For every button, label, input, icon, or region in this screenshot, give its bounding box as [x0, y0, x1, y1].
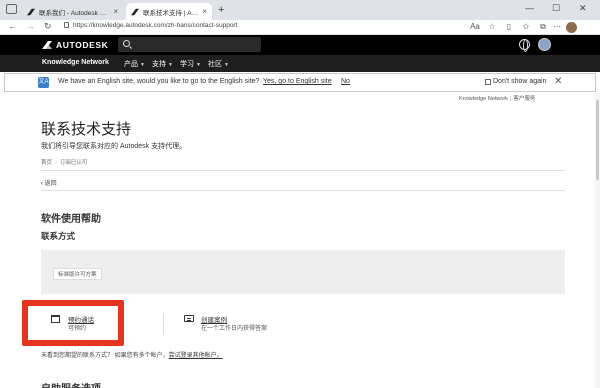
create-case-description: 在一个工作日内获得答案 [201, 326, 268, 332]
page-subtitle: 我们将引导您联系对应的 Autodesk 支持代理。 [41, 143, 187, 150]
browser-tab-contact-support[interactable]: 联系技术支持 | Autodesk Knowledge Network × [126, 3, 212, 20]
autodesk-header: AUTODESK [0, 35, 600, 55]
nav-item-label: 产品 [124, 61, 138, 68]
contact-methods-heading: 联系方式 [41, 231, 76, 241]
tab-title: 联系技术支持 | Autodesk Knowledge Network [143, 9, 199, 17]
minimize-button[interactable]: — [525, 3, 534, 13]
favorites-icon[interactable]: ✩ [521, 22, 531, 32]
sidebar-toggle-icon[interactable] [6, 4, 17, 14]
nav-item-label: 学习 [180, 61, 194, 68]
collections-icon[interactable]: ⧉ [538, 22, 548, 32]
maximize-button[interactable]: ☐ [552, 3, 560, 14]
dont-show-checkbox[interactable] [485, 79, 491, 85]
top-breadcrumb: Knowledge Network | 客户服务 [459, 96, 536, 102]
breadcrumb-item[interactable]: 首页 [41, 160, 52, 166]
section-title: 软件使用帮助 [41, 214, 101, 225]
nav-item-support[interactable]: 支持 ▼ [152, 59, 173, 69]
nav-item-label: 社区 [208, 61, 222, 68]
tab-title: 联系我们 - Autodesk 联系美国服务 [39, 9, 110, 17]
tab-close-icon[interactable]: × [202, 7, 207, 16]
red-highlight-box [22, 300, 124, 346]
kn-title[interactable]: Knowledge Network [42, 59, 109, 66]
message-icon [184, 315, 194, 322]
chevron-down-icon: ▼ [224, 62, 229, 68]
divider [41, 170, 565, 171]
browser-tab-contact-us[interactable]: 联系我们 - Autodesk 联系美国服务 × [22, 3, 123, 20]
breadcrumb-item[interactable]: 客户服务 [513, 96, 535, 102]
browser-profile-avatar[interactable] [566, 22, 577, 33]
forward-arrow-icon[interactable]: → [26, 21, 35, 31]
chevron-down-icon: ▼ [168, 62, 173, 68]
footer-question-text: 未看到您期望的联系方式？ 如果您有多个帐户， [41, 353, 169, 359]
autodesk-favicon-icon [27, 8, 35, 15]
split-screen-icon[interactable]: ▯ [504, 22, 514, 32]
footer-question: 未看到您期望的联系方式？ 如果您有多个帐户，尝试登录其他帐户。 [41, 350, 223, 359]
globe-icon[interactable] [519, 39, 530, 52]
logo-text: AUTODESK [56, 40, 109, 50]
autodesk-favicon-icon [131, 8, 139, 15]
dont-show-label: Don't show again [493, 78, 547, 85]
nav-item-learn[interactable]: 学习 ▼ [180, 59, 201, 69]
breadcrumb: 首页 › 订阅已认可 [41, 160, 88, 166]
reading-mode-icon[interactable]: Aa [470, 22, 480, 32]
favorite-star-icon[interactable]: ☆ [487, 22, 497, 32]
autodesk-logo-icon [42, 41, 52, 49]
user-avatar[interactable] [538, 38, 551, 51]
chevron-down-icon: ▼ [140, 62, 145, 68]
search-icon [123, 40, 130, 47]
nav-item-label: 支持 [152, 61, 166, 68]
close-icon[interactable]: ✕ [554, 76, 562, 87]
url-field[interactable]: https://knowledge.autodesk.com/zh-hans/c… [64, 22, 237, 29]
url-text: https://knowledge.autodesk.com/zh-hans/c… [73, 22, 238, 29]
breadcrumb-item[interactable]: 订阅已认可 [60, 160, 88, 166]
translate-icon: 文A [38, 77, 49, 88]
nav-item-products[interactable]: 产品 ▼ [124, 59, 145, 69]
nav-item-community[interactable]: 社区 ▼ [208, 59, 229, 69]
back-link[interactable]: ‹ 返回 [41, 178, 57, 187]
english-site-banner: 文A We have an English site, would you li… [4, 73, 596, 92]
tab-close-icon[interactable]: × [113, 7, 118, 16]
self-service-heading: 自助服务选项 [41, 380, 101, 388]
browser-tabstrip: 联系我们 - Autodesk 联系美国服务 × 联系技术支持 | Autode… [0, 0, 600, 20]
sign-in-other-account-link[interactable]: 尝试登录其他帐户。 [169, 353, 223, 359]
no-link[interactable]: No [341, 78, 350, 85]
browser-menu-icon[interactable]: ⋯ [552, 22, 562, 32]
go-english-link[interactable]: Yes, go to English site [263, 78, 332, 85]
close-window-button[interactable]: ✕ [579, 3, 587, 14]
lock-icon [64, 22, 69, 28]
banner-message: We have an English site, would you like … [58, 78, 260, 85]
new-tab-button[interactable]: + [218, 4, 224, 16]
chevron-down-icon: ▼ [196, 62, 201, 68]
refresh-icon[interactable]: ↻ [44, 21, 52, 32]
divider [163, 313, 164, 335]
autodesk-logo[interactable]: AUTODESK [42, 40, 108, 50]
contact-panel [41, 250, 565, 294]
back-arrow-icon[interactable]: ← [8, 21, 17, 31]
scrollbar-thumb[interactable] [596, 100, 599, 180]
knowledge-network-nav: Knowledge Network 产品 ▼ 支持 ▼ 学习 ▼ 社区 ▼ [0, 55, 600, 72]
breadcrumb-item[interactable]: Knowledge Network [459, 96, 508, 102]
plan-chip[interactable]: 标准版许可方案 [53, 268, 102, 280]
search-input[interactable] [118, 37, 261, 52]
address-bar-row: ← → ↻ https://knowledge.autodesk.com/zh-… [0, 20, 600, 35]
divider [41, 190, 565, 191]
page-title: 联系技术支持 [41, 121, 132, 138]
